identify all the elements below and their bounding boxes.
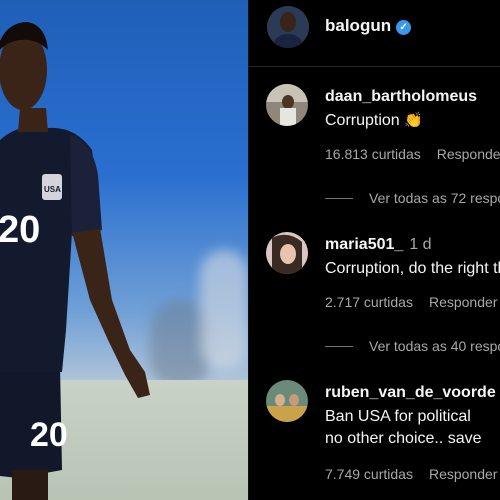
- comment-text-body: Corruption: [325, 112, 400, 129]
- commenter-avatar[interactable]: [266, 84, 308, 126]
- shorts-number: 20: [30, 416, 68, 454]
- player-figure: 20 20 USA: [0, 22, 150, 500]
- comments-panel: balogun ✓ daan_bartholomeus Corruption 👏 …: [248, 0, 500, 500]
- view-replies-label[interactable]: Ver todas as 72 respostas: [369, 190, 500, 206]
- view-replies-button[interactable]: Ver todas as 40 respostas: [325, 338, 500, 354]
- comment-username[interactable]: maria501_ 1 d: [325, 236, 432, 254]
- comment-text-line: Ban USA for political: [325, 408, 471, 425]
- commenter-avatar[interactable]: [266, 380, 308, 422]
- jersey-number: 20: [0, 209, 40, 251]
- author-username[interactable]: balogun ✓: [325, 16, 412, 36]
- comment-username[interactable]: daan_bartholomeus: [325, 88, 477, 106]
- reply-button[interactable]: Responder: [429, 294, 498, 310]
- comment-meta: 7.749 curtidas Responder: [325, 466, 497, 482]
- commenter-avatar[interactable]: [266, 232, 308, 274]
- verified-badge-icon: ✓: [396, 20, 412, 35]
- comment-text-line: no other choice.. save: [325, 430, 482, 447]
- comment-text: Corruption 👏: [325, 110, 423, 132]
- comment-text: Ban USA for political no other choice.. …: [325, 406, 482, 450]
- replies-divider-line: [325, 346, 353, 347]
- clap-emoji: 👏: [404, 112, 423, 129]
- view-replies-label[interactable]: Ver todas as 40 respostas: [369, 338, 500, 354]
- comment-username[interactable]: ruben_van_de_voorde: [325, 384, 496, 402]
- comment-meta: 16.813 curtidas Responder: [325, 146, 500, 162]
- crest-text: USA: [44, 185, 61, 194]
- comment-username-text[interactable]: maria501_: [325, 236, 403, 253]
- like-count[interactable]: 16.813 curtidas: [325, 146, 421, 162]
- reply-button[interactable]: Responder: [437, 146, 500, 162]
- comment-meta: 2.717 curtidas Responder: [325, 294, 497, 310]
- post-photo: 20 20 USA: [0, 0, 248, 500]
- view-replies-button[interactable]: Ver todas as 72 respostas: [325, 190, 500, 206]
- screenshot-frame: 20 20 USA balogun ✓ daan_bartholomeus Co…: [0, 0, 500, 500]
- comment-text: Corruption, do the right thing: [325, 260, 500, 277]
- like-count[interactable]: 7.749 curtidas: [325, 466, 413, 482]
- reply-button[interactable]: Responder: [429, 466, 498, 482]
- author-username-text[interactable]: balogun: [325, 16, 391, 35]
- comment-time: 1 d: [409, 236, 432, 253]
- author-avatar[interactable]: [267, 6, 309, 48]
- like-count[interactable]: 2.717 curtidas: [325, 294, 413, 310]
- replies-divider-line: [325, 198, 353, 199]
- post-header: balogun ✓: [249, 0, 500, 67]
